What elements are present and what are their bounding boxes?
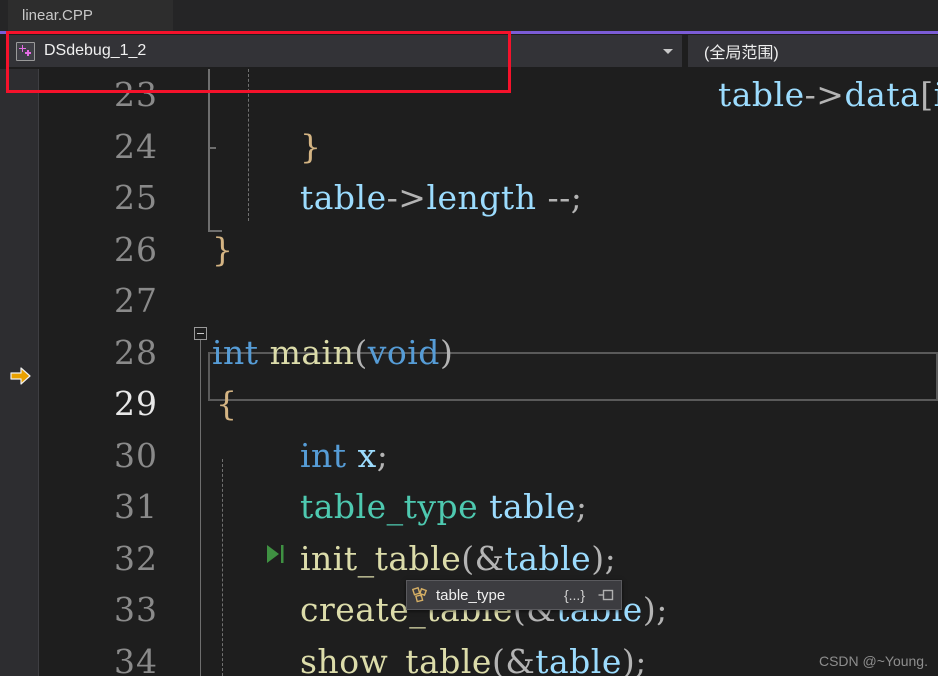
- member-scope-value: (全局范围): [704, 45, 779, 62]
- code-text: table->length --;: [300, 178, 583, 217]
- code-line-row[interactable]: 30 int x;: [0, 430, 938, 482]
- datatip-variable-value: {...}: [563, 587, 585, 603]
- line-number: 26: [114, 229, 158, 269]
- code-line-row[interactable]: 26}: [0, 224, 938, 276]
- code-text: table->data[i] = table->da: [718, 75, 938, 114]
- code-line-row[interactable]: 31 table_type table;: [0, 481, 938, 533]
- project-scope-value: DSdebug_1_2: [44, 42, 147, 59]
- code-text: {: [216, 384, 238, 423]
- code-line-row[interactable]: 25 table->length --;: [0, 172, 938, 224]
- code-text: }: [300, 126, 322, 166]
- navigation-bar: DSdebug_1_2 (全局范围): [0, 31, 938, 69]
- cpp-project-icon: [16, 41, 35, 61]
- code-line-row[interactable]: 27: [0, 275, 938, 327]
- member-scope-dropdown[interactable]: (全局范围): [688, 35, 938, 67]
- code-editor[interactable]: 23 table->data[i] = table->da 24} 25 table->…: [0, 69, 938, 676]
- line-number: 34: [114, 641, 158, 676]
- line-number: 30: [114, 435, 158, 475]
- line-number: 23: [114, 75, 158, 114]
- watermark-text: CSDN @~Young.: [818, 653, 928, 669]
- struct-icon: [411, 586, 430, 604]
- code-text: init_table(&table);: [300, 538, 617, 578]
- line-number: 32: [114, 538, 158, 578]
- line-number: 31: [114, 487, 158, 526]
- code-line-row[interactable]: 23 table->data[i] = table->da: [0, 69, 938, 121]
- line-number: 29: [114, 384, 158, 423]
- pin-icon[interactable]: [597, 586, 615, 604]
- code-text: int main(void): [212, 332, 454, 372]
- line-number: 28: [114, 332, 158, 372]
- code-text: }: [212, 229, 234, 269]
- line-number: 33: [114, 590, 158, 629]
- datatip-variable-name: table_type: [436, 586, 506, 604]
- chevron-down-icon[interactable]: [654, 35, 682, 67]
- line-number: 24: [114, 126, 158, 166]
- navbar-accent-line: [0, 31, 938, 34]
- editor-tab-strip: linear.CPP: [0, 0, 938, 31]
- code-text: int x;: [300, 435, 389, 475]
- code-text: table_type table;: [300, 487, 588, 526]
- code-text: show_table(&table);: [300, 641, 647, 676]
- code-line-row[interactable]: 29 {: [0, 378, 938, 430]
- code-line-row[interactable]: 32 init_table(&table);: [0, 533, 938, 585]
- code-line-row[interactable]: 28 int main(void): [0, 327, 938, 379]
- line-number: 25: [114, 178, 158, 217]
- code-line-row[interactable]: 24}: [0, 121, 938, 173]
- editor-tab-linear-cpp[interactable]: linear.CPP: [8, 0, 173, 31]
- code-line-row[interactable]: 34 show_table(&table);: [0, 636, 938, 676]
- project-scope-dropdown[interactable]: DSdebug_1_2: [6, 35, 682, 67]
- debug-datatip[interactable]: table_type {...}: [406, 580, 622, 610]
- line-number: 27: [114, 281, 158, 320]
